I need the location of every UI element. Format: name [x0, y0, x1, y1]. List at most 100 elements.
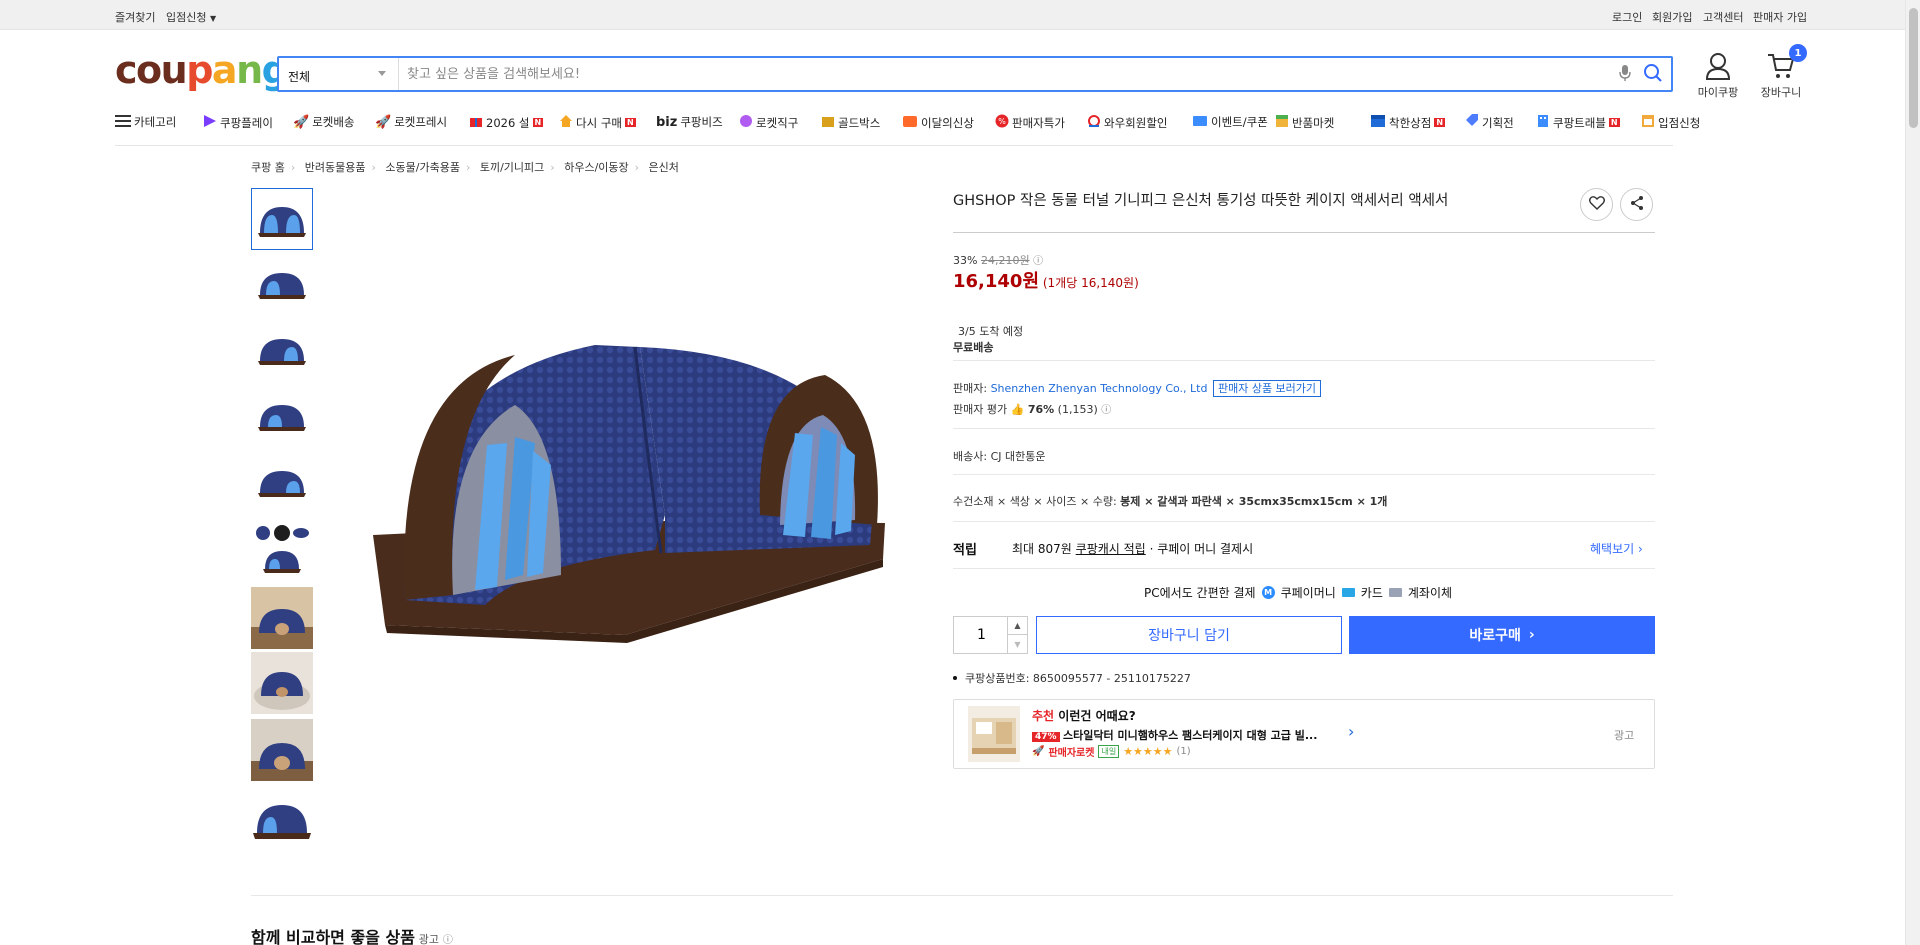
nav-coupang-travel[interactable]: 쿠팡트래블 N — [1536, 114, 1620, 131]
carrier-value: CJ 대한통운 — [990, 450, 1046, 463]
breadcrumb-item[interactable]: 쿠팡 홈 — [251, 161, 285, 174]
product-thumbnail[interactable] — [251, 787, 313, 849]
product-thumbnail[interactable] — [251, 385, 313, 447]
coupang-cash-link[interactable]: 쿠팡캐시 적립 — [1076, 542, 1146, 556]
ticket-icon — [1192, 115, 1208, 130]
benefit-link[interactable]: 혜택보기 › — [1590, 540, 1643, 557]
buy-now-button[interactable]: 바로구매 › — [1349, 616, 1655, 654]
seller-signup-link[interactable]: 판매자 가입 — [1753, 9, 1807, 25]
product-thumbnail[interactable] — [251, 517, 313, 579]
nav-return-market[interactable]: 반품마켓 — [1275, 114, 1334, 131]
nav-good-store[interactable]: 착한상점 N — [1370, 114, 1446, 131]
category-menu-button[interactable]: 카테고리 — [115, 114, 176, 130]
product-thumbnail[interactable] — [251, 188, 313, 250]
nav-events-coupons[interactable]: 이벤트/쿠폰 — [1192, 114, 1268, 130]
main-product-image[interactable] — [365, 325, 895, 645]
biz-icon: biz — [656, 114, 678, 130]
add-to-cart-button[interactable]: 장바구니 담기 — [1036, 616, 1342, 654]
seller-rating-label: 판매자 평가 — [953, 403, 1008, 416]
coupay-icon: M — [1261, 586, 1275, 599]
product-thumbnail[interactable] — [251, 587, 313, 649]
vendor-apply-link[interactable]: 입점신청 ▼ — [166, 9, 216, 25]
product-thumbnail[interactable] — [251, 451, 313, 513]
option-value: 봉제 × 갈색과 파란색 × 35cmx35cmx15cm × 1개 — [1120, 495, 1388, 508]
nav-rocket-fresh[interactable]: 🚀 로켓프레시 — [375, 114, 447, 130]
share-icon — [1629, 195, 1645, 214]
seller-products-link[interactable]: 판매자 상품 보러가기 — [1212, 380, 1322, 397]
payment-row: PC에서도 간편한 결제 M 쿠페이머니 카드 계좌이체 — [1144, 584, 1452, 601]
customer-center-link[interactable]: 고객센터 — [1703, 9, 1743, 25]
quantity-increase-button[interactable]: ▲ — [1007, 617, 1027, 635]
logo-letter: n — [236, 48, 263, 92]
seller-rocket-label: 판매자로켓 — [1048, 748, 1095, 759]
product-thumbnail[interactable] — [251, 652, 313, 714]
nav-rebuy[interactable]: 다시 구매 N — [559, 114, 636, 131]
nav-coupang-play[interactable]: 쿠팡플레이 — [203, 114, 273, 131]
house-icon — [559, 114, 573, 131]
chevron-right-icon[interactable]: › — [1348, 722, 1354, 741]
price-original-row: 33% 24,210원 ⓘ — [953, 252, 1043, 268]
product-thumbnail[interactable] — [251, 719, 313, 781]
logo-letter: p — [186, 48, 213, 92]
nav-vendor-apply[interactable]: 입점신청 — [1641, 114, 1700, 131]
recommendation-item-name[interactable]: 스타일닥터 미니햄하우스 팸스터케이지 대형 고급 빌... — [1063, 729, 1317, 742]
divider — [953, 521, 1655, 522]
payment-bank-transfer: 계좌이체 — [1407, 586, 1453, 600]
wishlist-button[interactable] — [1580, 188, 1613, 221]
product-thumbnail[interactable] — [251, 253, 313, 315]
breadcrumb-item[interactable]: 토끼/기니피그 — [480, 161, 544, 174]
buy-now-label: 바로구매 — [1469, 628, 1521, 644]
recommendation-meta-row: 🚀 판매자로켓 내일 ★★★★★ (1) — [1032, 744, 1191, 759]
nav-2026-seol[interactable]: 2026 설 N — [469, 114, 544, 131]
login-link[interactable]: 로그인 — [1612, 9, 1642, 25]
nav-new-arrivals[interactable]: 이달의신상 — [902, 114, 974, 131]
cart-label: 장바구니 — [1760, 86, 1802, 99]
product-thumbnail[interactable] — [251, 319, 313, 381]
quantity-input[interactable] — [954, 617, 1009, 653]
chevron-right-icon: › — [465, 161, 471, 174]
microphone-icon[interactable] — [1619, 64, 1631, 85]
share-button[interactable] — [1620, 188, 1653, 221]
thumbs-up-icon: 👍 — [1010, 403, 1025, 416]
ad-label: 광고 — [418, 933, 439, 945]
top-utility-bar: 즐겨찾기 입점신청 ▼ 로그인 회원가입 고객센터 판매자 가입 — [0, 0, 1905, 30]
search-icon[interactable] — [1643, 63, 1663, 86]
store-icon — [1370, 114, 1386, 131]
nav-rocket-delivery[interactable]: 🚀 로켓배송 — [293, 114, 355, 130]
option-row: 수건소재 × 색상 × 사이즈 × 수량: 봉제 × 갈색과 파란색 × 35c… — [953, 493, 1387, 509]
nav-coupang-biz[interactable]: biz 쿠팡비즈 — [656, 114, 723, 130]
search-category-select[interactable]: 전체 — [279, 58, 399, 90]
new-product-icon — [902, 114, 918, 131]
nav-special-exhibit[interactable]: 기획전 — [1465, 114, 1514, 131]
info-icon[interactable]: ⓘ — [1033, 256, 1043, 267]
building-icon — [1536, 114, 1550, 131]
payment-intro: PC에서도 간편한 결제 — [1144, 586, 1256, 600]
bookmark-link[interactable]: 즐겨찾기 — [115, 9, 155, 25]
search-input[interactable] — [407, 62, 1557, 86]
seller-name-link[interactable]: Shenzhen Zhenyan Technology Co., Ltd — [991, 382, 1208, 395]
shop-icon — [1641, 114, 1655, 131]
svg-text:%: % — [998, 117, 1006, 126]
chevron-down-icon — [378, 71, 386, 76]
nav-goldbox[interactable]: 골드박스 — [821, 114, 880, 131]
nav-seller-deals[interactable]: % 판매자특가 — [995, 114, 1065, 131]
recommendation-card[interactable]: 추천 이런건 어때요? 47% 스타일닥터 미니햄하우스 팸스터케이지 대형 고… — [953, 699, 1655, 769]
info-icon[interactable]: ⓘ — [1101, 405, 1111, 416]
nav-rocket-jikgu[interactable]: 로켓직구 — [739, 114, 798, 131]
breadcrumb-item[interactable]: 은신처 — [649, 161, 679, 174]
category-label: 카테고리 — [134, 115, 177, 129]
page-scrollbar[interactable] — [1905, 0, 1920, 945]
breadcrumb-item[interactable]: 하우스/이동장 — [564, 161, 628, 174]
play-icon — [203, 114, 217, 131]
signup-link[interactable]: 회원가입 — [1652, 9, 1692, 25]
nav-wow-discount[interactable]: 와우회원할인 — [1087, 114, 1167, 131]
breadcrumb-item[interactable]: 반려동물용품 — [305, 161, 366, 174]
coupang-logo[interactable]: coupang — [115, 48, 289, 92]
my-coupang-button[interactable]: 마이쿠팡 — [1693, 52, 1743, 100]
chevron-right-icon: › — [371, 161, 376, 174]
info-icon[interactable]: ⓘ — [443, 935, 453, 945]
divider — [953, 568, 1655, 569]
quantity-decrease-button[interactable]: ▼ — [1007, 635, 1027, 653]
scrollbar-thumb[interactable] — [1909, 8, 1918, 128]
breadcrumb-item[interactable]: 소동물/가축용품 — [385, 161, 460, 174]
